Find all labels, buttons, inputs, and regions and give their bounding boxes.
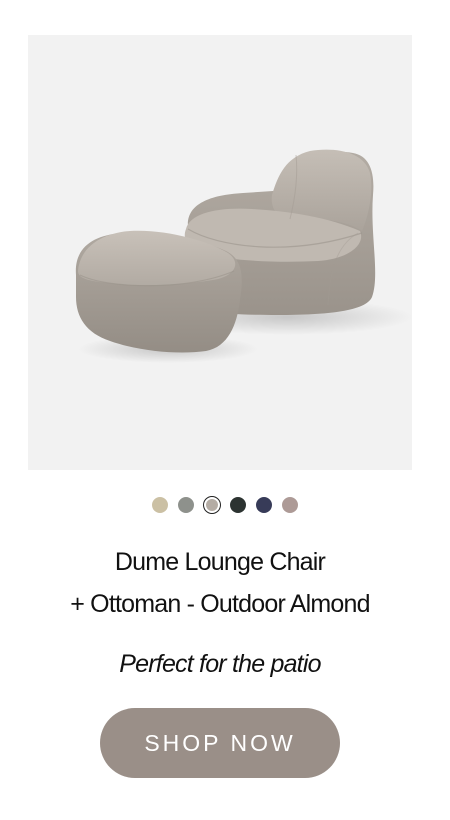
product-title-line-1[interactable]: Dume Lounge Chair bbox=[0, 541, 440, 583]
color-swatch-dot bbox=[152, 497, 168, 513]
color-swatch-6[interactable] bbox=[281, 496, 299, 514]
color-swatch-dot bbox=[206, 499, 218, 511]
color-swatch-3[interactable] bbox=[203, 496, 221, 514]
color-swatch-dot bbox=[256, 497, 272, 513]
shop-now-button[interactable]: SHOP NOW bbox=[100, 708, 340, 778]
color-swatches bbox=[0, 495, 450, 515]
color-swatch-1[interactable] bbox=[151, 496, 169, 514]
color-swatch-dot bbox=[230, 497, 246, 513]
color-swatch-5[interactable] bbox=[255, 496, 273, 514]
lounge-chair-ottoman-illustration bbox=[75, 149, 412, 363]
color-swatch-4[interactable] bbox=[229, 496, 247, 514]
product-tagline: Perfect for the patio bbox=[119, 650, 321, 678]
color-swatch-2[interactable] bbox=[177, 496, 195, 514]
color-swatch-dot bbox=[178, 497, 194, 513]
product-image[interactable] bbox=[28, 35, 412, 470]
color-swatch-dot bbox=[282, 497, 298, 513]
product-title[interactable]: Dume Lounge Chair + Ottoman - Outdoor Al… bbox=[0, 541, 440, 625]
product-card: Dume Lounge Chair + Ottoman - Outdoor Al… bbox=[0, 0, 450, 820]
product-title-line-2[interactable]: + Ottoman - Outdoor Almond bbox=[0, 583, 440, 625]
